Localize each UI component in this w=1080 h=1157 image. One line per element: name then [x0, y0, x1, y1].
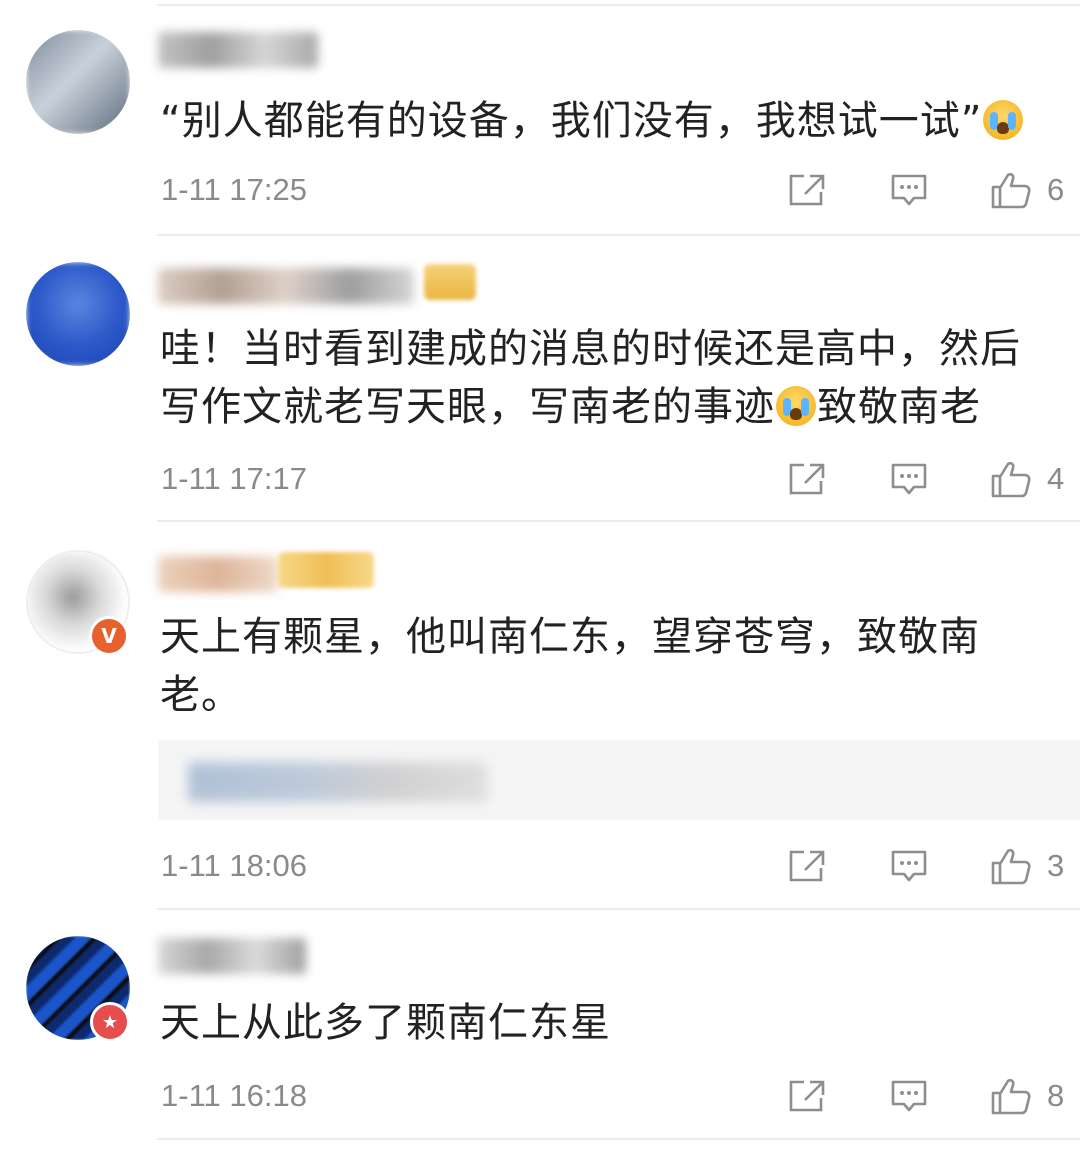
comment-icon[interactable] — [890, 462, 928, 496]
username-blurred[interactable] — [158, 938, 306, 974]
divider — [157, 1138, 1080, 1140]
comment-time: 1-11 17:17 — [161, 461, 307, 496]
username-blurred[interactable] — [158, 268, 414, 304]
fan-badge — [424, 264, 476, 300]
comment-text: 天上从此多了颗南仁东星 — [160, 994, 1060, 1052]
comment-icon[interactable] — [890, 173, 928, 207]
comment-text-content: “别人都能有的设备，我们没有，我想试一试” — [160, 98, 983, 144]
thumbs-up-icon[interactable] — [990, 1077, 1032, 1115]
verified-badge: V — [89, 616, 129, 656]
comment-text-content: 天上从此多了颗南仁东星 — [160, 1000, 611, 1046]
comment-text-part: 致敬南老 — [817, 384, 981, 430]
comment-text-part: 写作文就老写天眼，写南老的事迹 — [160, 384, 775, 430]
like-count: 3 — [1047, 848, 1065, 883]
comment-item-2: 哇！当时看到建成的消息的时候还是高中，然后 写作文就老写天眼，写南老的事迹 致敬南… — [0, 236, 1080, 520]
comment-meta: 1-11 16:18 8 — [0, 1066, 1080, 1126]
reply-preview-blurred-text — [188, 762, 488, 802]
comment-item-4: ★ 天上从此多了颗南仁东星 1-11 16:18 8 — [0, 910, 1080, 1140]
comment-item-1: “别人都能有的设备，我们没有，我想试一试” 1-11 17:25 6 — [0, 0, 1080, 234]
comment-time: 1-11 18:06 — [161, 848, 307, 883]
crying-emoji-icon — [983, 100, 1024, 140]
comment-meta: 1-11 17:25 6 — [0, 160, 1080, 220]
like-count: 4 — [1047, 461, 1065, 496]
share-icon[interactable] — [788, 462, 826, 496]
star-badge: ★ — [90, 1002, 130, 1042]
comment-meta: 1-11 17:17 4 — [0, 449, 1080, 509]
comment-text-line-2: 写作文就老写天眼，写南老的事迹 致敬南老 — [160, 378, 1060, 436]
comment-time: 1-11 17:25 — [161, 172, 307, 207]
comment-text: 哇！当时看到建成的消息的时候还是高中，然后 写作文就老写天眼，写南老的事迹 致敬南… — [160, 320, 1060, 436]
username-blurred[interactable] — [158, 32, 318, 68]
username-blurred[interactable] — [158, 556, 278, 592]
comment-icon[interactable] — [890, 1079, 928, 1113]
comment-time: 1-11 16:18 — [161, 1078, 307, 1113]
fan-badge — [278, 552, 374, 588]
like-count: 6 — [1047, 172, 1065, 207]
avatar[interactable] — [26, 262, 130, 366]
avatar[interactable] — [26, 30, 130, 134]
reply-preview[interactable] — [158, 740, 1080, 820]
comment-text-line-1: 天上有颗星，他叫南仁东，望穿苍穹，致敬南 — [160, 614, 980, 660]
share-icon[interactable] — [788, 849, 826, 883]
share-icon[interactable] — [788, 173, 826, 207]
comment-meta: 1-11 18:06 3 — [0, 836, 1080, 896]
thumbs-up-icon[interactable] — [990, 460, 1032, 498]
comment-text: “别人都能有的设备，我们没有，我想试一试” — [160, 92, 1060, 150]
comment-text-line-1: 哇！当时看到建成的消息的时候还是高中，然后 — [160, 326, 1021, 372]
crying-emoji-icon — [776, 386, 816, 426]
thumbs-up-icon[interactable] — [990, 171, 1032, 209]
comment-item-3: V 天上有颗星，他叫南仁东，望穿苍穹，致敬南 老。 1-11 18:06 3 — [0, 522, 1080, 908]
share-icon[interactable] — [788, 1079, 826, 1113]
thumbs-up-icon[interactable] — [990, 847, 1032, 885]
comment-text: 天上有颗星，他叫南仁东，望穿苍穹，致敬南 老。 — [160, 608, 1060, 724]
comment-text-line-2: 老。 — [160, 672, 242, 718]
like-count: 8 — [1047, 1078, 1065, 1113]
comment-icon[interactable] — [890, 849, 928, 883]
